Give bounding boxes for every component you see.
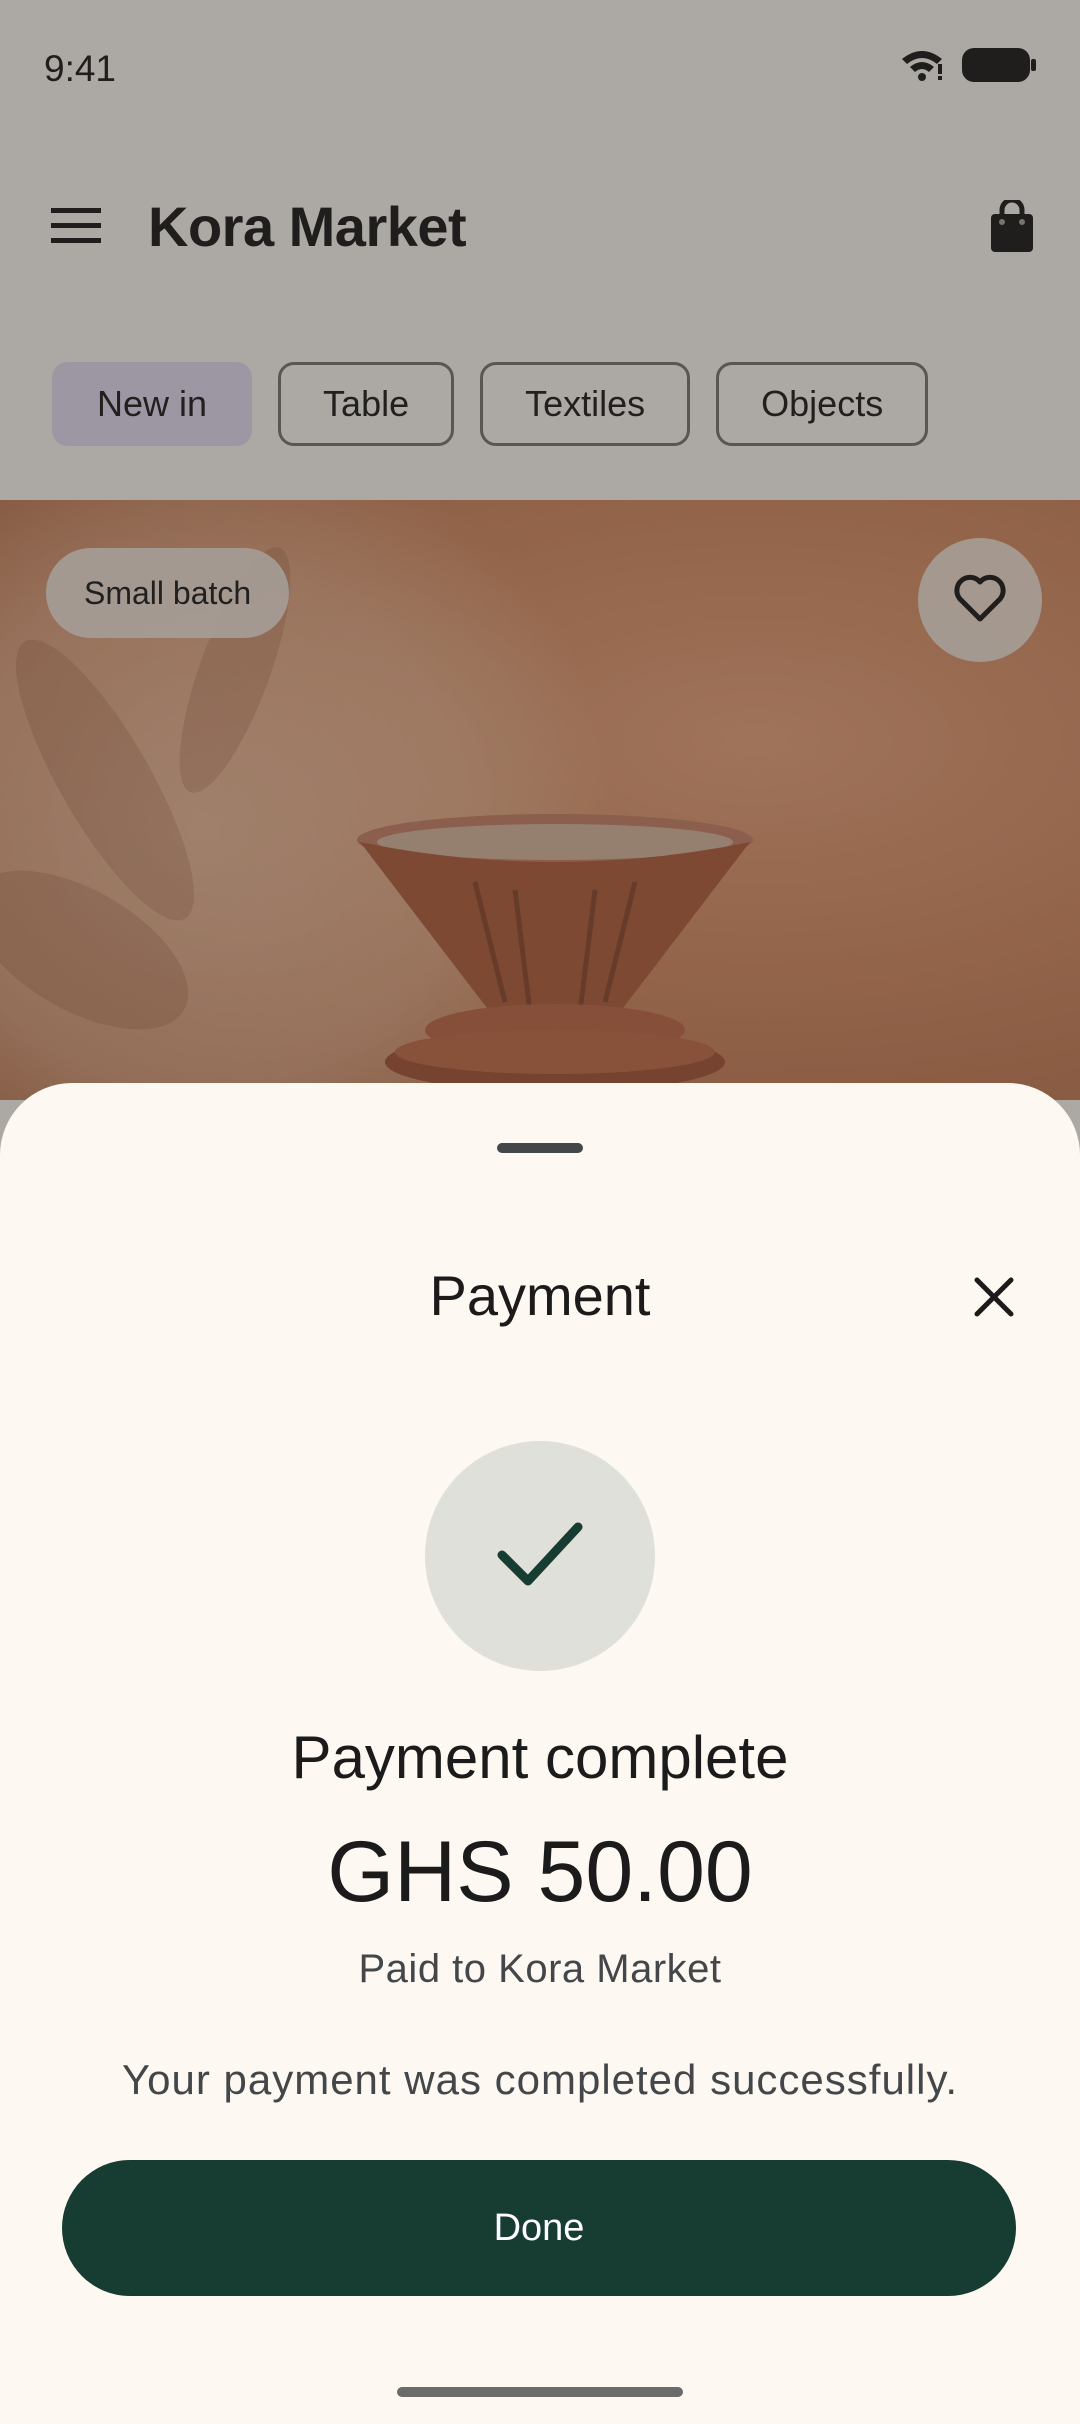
payment-status-heading: Payment complete: [291, 1724, 789, 1791]
close-icon: [974, 1277, 1014, 1322]
payment-bottom-sheet: Payment Payment complete GHS 50.00 Paid …: [0, 1083, 1080, 2424]
payment-amount: GHS 50.00: [327, 1824, 753, 1920]
drag-handle[interactable]: [497, 1143, 583, 1153]
checkmark-icon: [497, 1521, 583, 1592]
close-button[interactable]: [944, 1249, 1044, 1349]
home-indicator[interactable]: [397, 2387, 683, 2397]
success-message: Your payment was completed successfully.: [121, 2056, 959, 2103]
success-badge: [425, 1441, 655, 1671]
sheet-title: Payment: [429, 1264, 651, 1327]
done-button[interactable]: Done: [62, 2160, 1016, 2296]
payee-text: Paid to Kora Market: [358, 1947, 722, 1991]
